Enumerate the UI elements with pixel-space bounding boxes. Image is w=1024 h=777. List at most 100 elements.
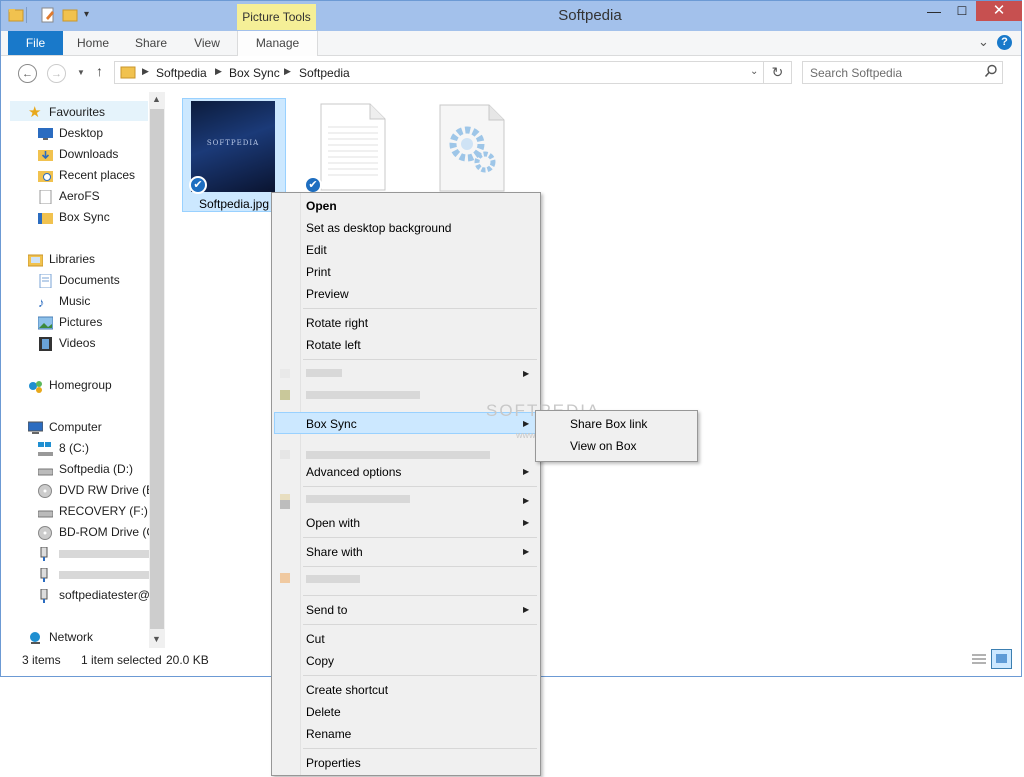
tab-file[interactable]: File	[8, 31, 63, 55]
menu-item-rotate-right[interactable]: Rotate right	[306, 316, 368, 330]
settings-file-icon[interactable]	[439, 104, 505, 195]
forward-button[interactable]: →	[47, 64, 66, 83]
menu-separator	[303, 486, 537, 487]
menu-item-share-box-link[interactable]: Share Box link	[570, 417, 647, 431]
redacted-icon	[280, 500, 290, 509]
scroll-down-icon[interactable]: ▼	[152, 634, 161, 644]
nav-item-aerofs[interactable]: AeroFS	[59, 189, 100, 203]
nav-network[interactable]: Network	[49, 630, 93, 644]
menu-item-rotate-left[interactable]: Rotate left	[306, 338, 361, 352]
breadcrumb-separator-icon[interactable]: ▶	[284, 66, 291, 77]
maximize-button[interactable]: ☐	[948, 1, 976, 21]
menu-separator	[303, 566, 537, 567]
properties-icon[interactable]	[40, 7, 56, 23]
menu-item-share-with[interactable]: Share with	[306, 545, 363, 559]
address-history-icon[interactable]: ⌄	[750, 66, 758, 77]
submenu-arrow-icon: ▶	[523, 605, 530, 614]
nav-item-videos[interactable]: Videos	[59, 336, 95, 350]
redacted-nav-item[interactable]	[59, 571, 149, 579]
refresh-button[interactable]: ↻	[764, 61, 792, 84]
nav-item-desktop[interactable]: Desktop	[59, 126, 103, 140]
nav-libraries[interactable]: Libraries	[49, 252, 95, 266]
downloads-icon	[38, 148, 53, 162]
nav-favourites[interactable]: Favourites	[49, 105, 105, 119]
breadcrumb-item[interactable]: Softpedia	[299, 66, 350, 80]
network-drive-icon	[38, 567, 53, 582]
menu-item-open-with[interactable]: Open with	[306, 516, 360, 530]
nav-item-drive-d[interactable]: Softpedia (D:)	[59, 462, 133, 476]
breadcrumb-item[interactable]: Softpedia	[156, 66, 207, 80]
menu-separator	[303, 748, 537, 749]
menu-item-send-to[interactable]: Send to	[306, 603, 347, 617]
nav-item-drive-g[interactable]: BD-ROM Drive (G	[59, 525, 149, 539]
redacted-menu-item[interactable]	[306, 391, 420, 399]
up-button[interactable]: ↑	[96, 63, 103, 79]
nav-item-network-location[interactable]: softpediatester@	[59, 588, 149, 602]
tab-manage[interactable]: Manage	[237, 31, 318, 56]
breadcrumb-separator-icon[interactable]: ▶	[142, 66, 149, 77]
menu-item-rename[interactable]: Rename	[306, 727, 351, 741]
menu-item-cut[interactable]: Cut	[306, 632, 325, 646]
menu-item-copy[interactable]: Copy	[306, 654, 334, 668]
music-icon: ♪	[38, 295, 45, 310]
text-file-icon[interactable]	[320, 103, 386, 194]
minimize-button[interactable]: —	[920, 1, 948, 21]
menu-item-open[interactable]: Open	[306, 199, 337, 213]
menu-item-print[interactable]: Print	[306, 265, 331, 279]
sync-check-icon: ✔	[189, 176, 207, 194]
recent-locations-icon[interactable]: ▼	[77, 68, 85, 77]
address-bar[interactable]	[114, 61, 764, 84]
nav-item-drive-e[interactable]: DVD RW Drive (E:	[59, 483, 149, 497]
ribbon-collapse-icon[interactable]: ⌄	[978, 34, 989, 50]
menu-item-delete[interactable]: Delete	[306, 705, 341, 719]
nav-item-drive-c[interactable]: 8 (C:)	[59, 441, 89, 455]
box-sync-folder-icon	[38, 211, 53, 225]
nav-item-downloads[interactable]: Downloads	[59, 147, 118, 161]
windows-drive-icon	[38, 442, 53, 456]
picture-tools-label: Picture Tools	[237, 4, 316, 30]
redacted-menu-item[interactable]	[306, 495, 410, 503]
nav-scrollbar-thumb[interactable]	[150, 109, 164, 629]
window-title: Softpedia	[558, 7, 622, 24]
nav-item-box-sync[interactable]: Box Sync	[59, 210, 110, 224]
scroll-up-icon[interactable]: ▲	[152, 94, 161, 104]
nav-item-music[interactable]: Music	[59, 294, 90, 308]
new-folder-icon[interactable]	[62, 7, 78, 23]
customize-qat-icon[interactable]: ▾	[84, 9, 89, 20]
menu-item-set-desktop-background[interactable]: Set as desktop background	[306, 221, 451, 235]
nav-item-documents[interactable]: Documents	[59, 273, 120, 287]
redacted-nav-item[interactable]	[59, 550, 149, 558]
menu-item-view-on-box[interactable]: View on Box	[570, 439, 637, 453]
search-icon[interactable]	[984, 64, 998, 81]
tab-home[interactable]: Home	[68, 31, 118, 55]
breadcrumb-item[interactable]: Box Sync	[229, 66, 280, 80]
tab-view[interactable]: View	[182, 31, 232, 55]
nav-item-drive-f[interactable]: RECOVERY (F:)	[59, 504, 148, 518]
menu-item-properties[interactable]: Properties	[306, 756, 361, 770]
star-icon: ★	[28, 104, 42, 121]
search-input[interactable]: Search Softpedia	[810, 66, 902, 80]
nav-item-pictures[interactable]: Pictures	[59, 315, 102, 329]
help-icon[interactable]: ?	[997, 35, 1012, 50]
menu-item-preview[interactable]: Preview	[306, 287, 349, 301]
nav-computer[interactable]: Computer	[49, 420, 102, 434]
redacted-menu-item[interactable]	[306, 575, 360, 583]
menu-item-box-sync[interactable]: Box Sync	[306, 417, 357, 431]
redacted-menu-item[interactable]	[306, 451, 490, 459]
menu-item-advanced-options[interactable]: Advanced options	[306, 465, 401, 479]
redacted-menu-item[interactable]	[306, 369, 342, 377]
network-drive-icon	[38, 588, 53, 603]
nav-item-recent-places[interactable]: Recent places	[59, 168, 135, 182]
folder-icon[interactable]	[8, 7, 24, 23]
back-button[interactable]: ←	[18, 64, 37, 83]
menu-item-create-shortcut[interactable]: Create shortcut	[306, 683, 388, 697]
breadcrumb-separator-icon[interactable]: ▶	[215, 66, 222, 77]
menu-item-edit[interactable]: Edit	[306, 243, 327, 257]
large-icons-view-icon[interactable]	[991, 649, 1012, 669]
submenu-arrow-icon: ▶	[523, 496, 530, 505]
close-button[interactable]: ✕	[976, 1, 1022, 21]
toolbar-divider	[26, 7, 27, 23]
tab-share[interactable]: Share	[126, 31, 176, 55]
nav-homegroup[interactable]: Homegroup	[49, 378, 112, 392]
details-view-icon[interactable]	[970, 651, 988, 668]
